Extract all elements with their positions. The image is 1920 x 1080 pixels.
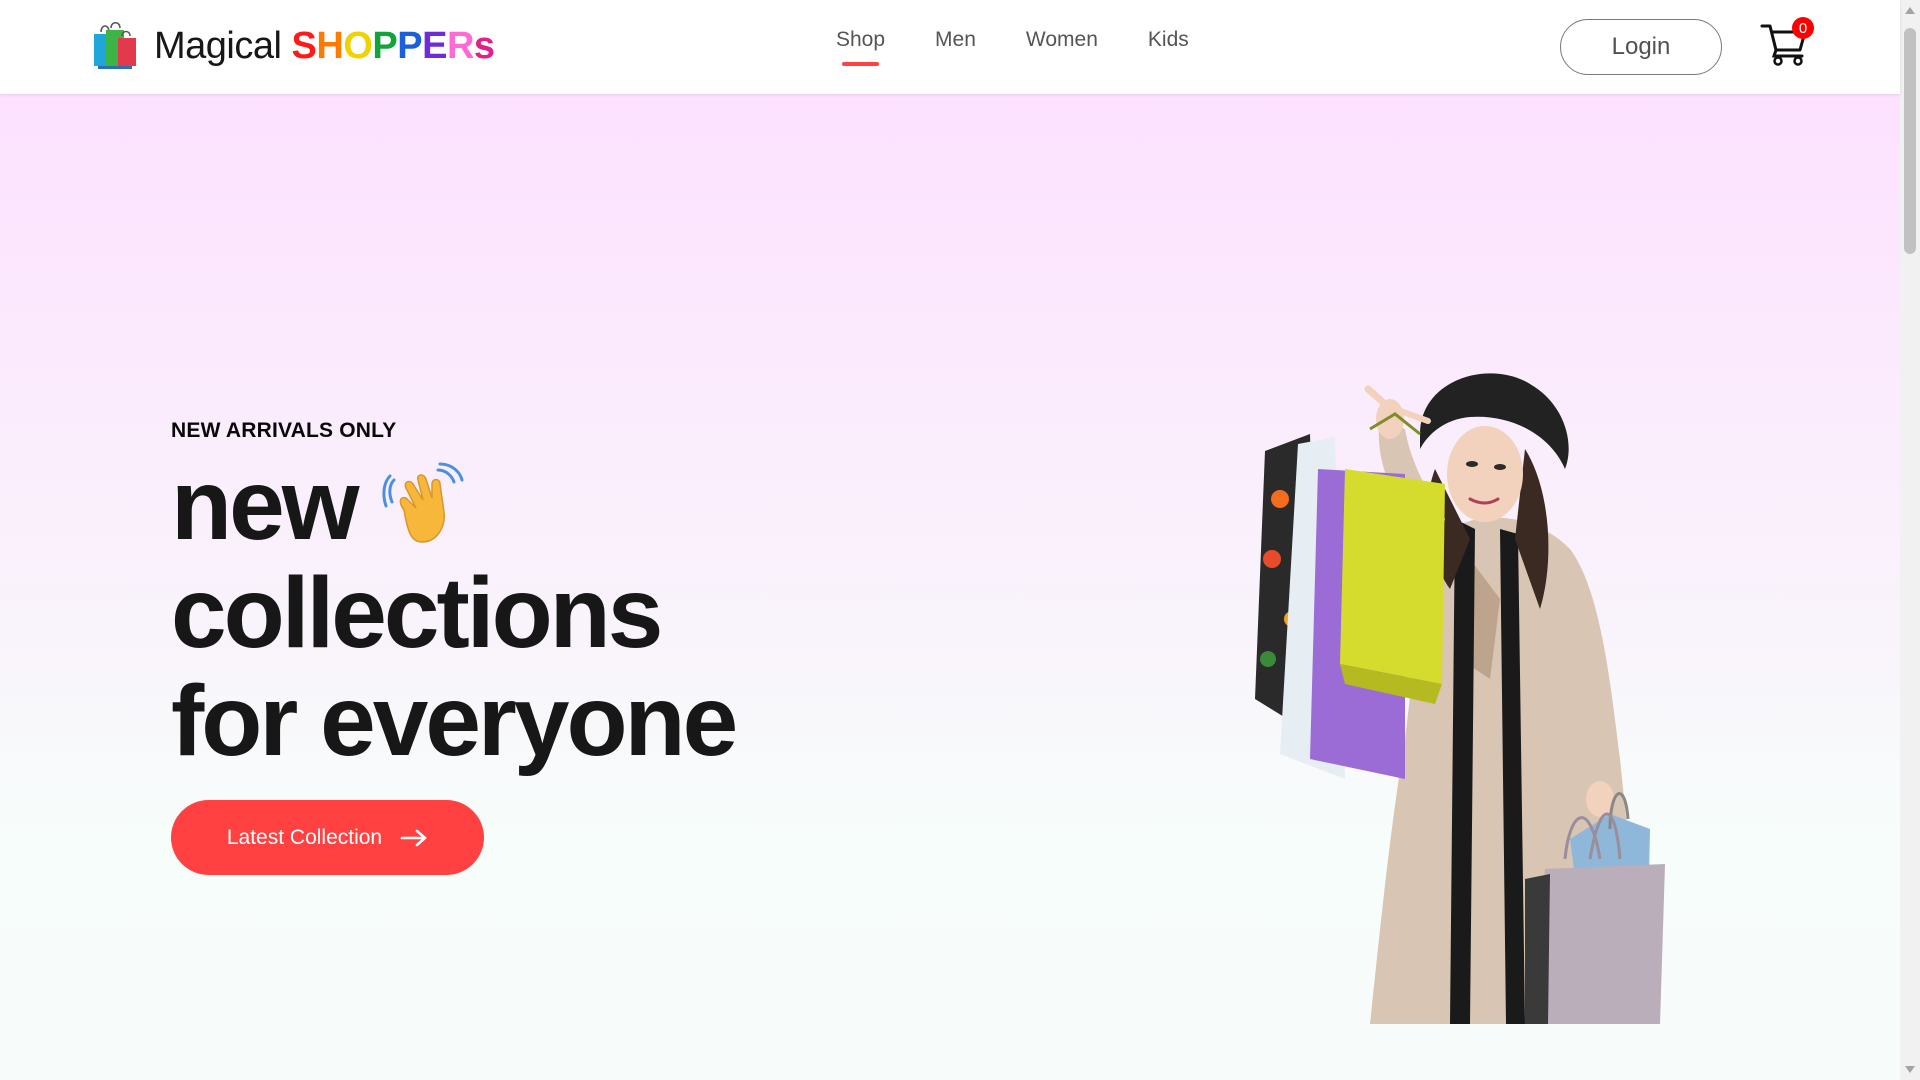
nav-item-label: Men	[935, 28, 976, 51]
nav-item-label: Women	[1025, 28, 1098, 51]
nav-menu: Shop Men Women Kids	[836, 28, 1189, 66]
brand-accent-letter: E	[422, 24, 447, 67]
page-scrollbar[interactable]	[1900, 0, 1920, 1080]
hero-heading-line-3: for everyone	[171, 665, 738, 777]
nav-item-label: Shop	[836, 28, 886, 51]
nav-item-shop[interactable]: Shop	[836, 28, 886, 66]
scroll-up-arrow-icon[interactable]	[1905, 7, 1915, 14]
brand-accent-letter: P	[397, 24, 423, 67]
hero-text: NEW ARRIVALS ONLY new collections for ev…	[171, 419, 738, 777]
arrow-right-icon	[400, 829, 427, 846]
login-button[interactable]: Login	[1560, 19, 1722, 75]
navbar: Magical SHOPPERs Shop Men Women Kids Log…	[0, 0, 1900, 94]
cart-count-badge: 0	[1792, 17, 1814, 39]
brand-name: Magical SHOPPERs	[154, 25, 495, 68]
brand-accent-letter: R	[446, 24, 474, 67]
brand-name-accent: SHOPPERs	[291, 24, 496, 67]
active-nav-underline	[842, 62, 880, 66]
woman-with-shopping-bags-image	[1255, 373, 1665, 1024]
brand-accent-letter: H	[316, 24, 344, 67]
brand-logo[interactable]: Magical SHOPPERs	[92, 22, 495, 70]
hero-kicker: NEW ARRIVALS ONLY	[171, 419, 397, 442]
waving-hand-icon	[382, 462, 464, 543]
nav-item-men[interactable]: Men	[935, 28, 976, 62]
scroll-down-arrow-icon[interactable]	[1905, 1066, 1915, 1073]
nav-item-women[interactable]: Women	[1026, 28, 1098, 62]
scroll-thumb[interactable]	[1904, 28, 1916, 254]
brand-accent-letter: P	[372, 24, 398, 67]
hero-heading-line-2: collections	[171, 557, 663, 669]
latest-collection-button[interactable]: Latest Collection	[171, 800, 484, 875]
nav-item-kids[interactable]: Kids	[1148, 28, 1189, 62]
brand-accent-letter: O	[343, 24, 373, 67]
cta-label: Latest Collection	[226, 825, 383, 849]
nav-item-label: Kids	[1147, 28, 1189, 51]
hero-heading-line-1: new	[171, 451, 735, 559]
brand-accent-letter: s	[473, 24, 495, 67]
brand-accent-letter: S	[291, 24, 317, 67]
hero-heading-text: new	[171, 449, 359, 561]
hero-section: NEW ARRIVALS ONLY new collections for ev…	[0, 94, 1900, 1080]
brand-name-prefix: Magical	[154, 24, 282, 67]
shopping-bags-icon	[94, 22, 136, 69]
